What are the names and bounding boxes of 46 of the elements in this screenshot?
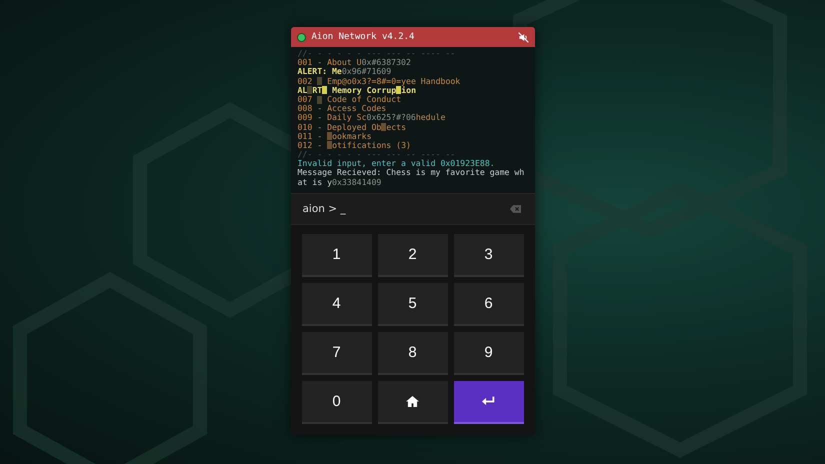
digit-key[interactable]: 3 <box>454 234 524 277</box>
corrupted-text: 0x96#71609 <box>342 67 392 77</box>
menu-text: ookmarks <box>332 132 372 141</box>
digit-key[interactable]: 6 <box>454 283 524 326</box>
muted-speaker-icon[interactable] <box>518 32 528 42</box>
alert-text: ALERT: Me <box>298 67 342 77</box>
digit-key[interactable]: 5 <box>378 283 448 326</box>
menu-text: Emp@o0x3?=8#=0=yee Handbook <box>326 76 460 86</box>
menu-text: 010 - Deployed Ob <box>298 122 382 132</box>
separator-text: //- - - - - - --- --- -- ---- -- <box>298 150 456 160</box>
digit-key[interactable]: 0 <box>302 381 372 424</box>
digit-key[interactable]: 8 <box>378 332 448 375</box>
digit-key[interactable]: 2 <box>378 234 448 277</box>
alert-text: AL <box>298 86 308 95</box>
home-icon <box>406 396 419 407</box>
corrupted-text: 0x33841409 <box>332 178 382 187</box>
menu-text: 011 - <box>298 132 324 141</box>
digit-key[interactable]: 1 <box>302 234 372 277</box>
menu-text: 007 <box>298 94 314 104</box>
message-text: Message Recieved: Chess is my favorite game wh <box>298 168 524 178</box>
menu-text: hedule <box>416 113 446 123</box>
separator-text: //- - - - - - --- --- -- ---- -- <box>298 49 456 58</box>
command-prompt: aion > _ <box>302 203 346 215</box>
menu-text: 008 - Access Codes <box>298 104 386 114</box>
message-text: at is y <box>298 178 332 187</box>
alert-text: Memory Corrup <box>332 86 396 95</box>
digit-key[interactable]: 7 <box>302 332 372 375</box>
corrupted-text: 0x625?#?06 <box>366 113 416 123</box>
status-dot-icon <box>296 32 306 42</box>
home-button[interactable] <box>378 381 448 424</box>
error-text: Invalid input, enter a valid 0x01923E88. <box>298 159 495 168</box>
alert-text: RT <box>312 86 322 95</box>
menu-text: 012 - <box>298 140 324 150</box>
return-arrow-icon <box>482 396 495 407</box>
command-input-field[interactable]: aion > _ <box>290 193 534 225</box>
window-title: Aion Network v4.2.4 <box>312 32 416 42</box>
menu-text: ects <box>386 122 406 132</box>
alert-text: ion <box>401 86 416 95</box>
menu-text: Code of Conduct <box>326 94 402 104</box>
digit-key[interactable]: 4 <box>302 283 372 326</box>
digit-key[interactable]: 9 <box>454 332 524 375</box>
menu-text: otifications (3) <box>332 140 411 150</box>
menu-text: 001 - About U <box>298 58 362 68</box>
menu-text: 009 - Daily Sc <box>298 113 367 123</box>
corrupted-text: 0x#6387302 <box>362 58 411 68</box>
menu-text: 002 <box>298 76 314 86</box>
